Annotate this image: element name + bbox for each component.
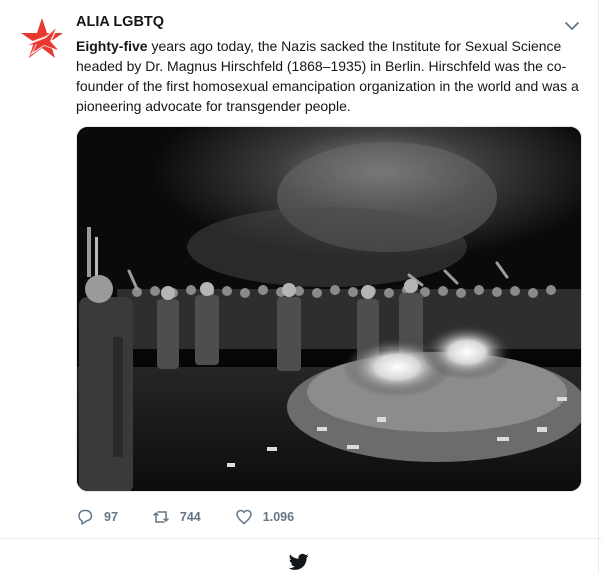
reply-button[interactable]: 97 [76, 508, 118, 526]
tweet-text: Eighty-five years ago today, the Nazis s… [76, 36, 584, 116]
like-button[interactable]: 1.096 [235, 508, 294, 526]
retweet-icon [153, 511, 169, 523]
retweet-count: 744 [179, 510, 201, 524]
tweet-text-lead: Eighty-five [76, 38, 148, 54]
alia-star-logo-icon [21, 18, 63, 58]
twitter-bird-icon[interactable] [288, 553, 309, 571]
tweet-text-body: years ago today, the Nazis sacked the In… [76, 38, 579, 114]
author-avatar[interactable] [16, 14, 68, 66]
like-count: 1.096 [262, 510, 295, 524]
retweet-button[interactable]: 744 [152, 508, 201, 526]
tweet-card: ALIA LGBTQ Eighty-five years ago today, … [0, 0, 602, 540]
chevron-down-icon[interactable] [562, 16, 582, 36]
reply-icon [78, 509, 93, 525]
tweet-photo[interactable] [76, 126, 582, 492]
author-name[interactable]: ALIA LGBTQ [76, 14, 164, 30]
heart-icon [236, 509, 252, 525]
tweet-actions: 97 744 1.096 [76, 506, 328, 528]
frame-border [598, 0, 599, 574]
reply-count: 97 [104, 510, 118, 524]
